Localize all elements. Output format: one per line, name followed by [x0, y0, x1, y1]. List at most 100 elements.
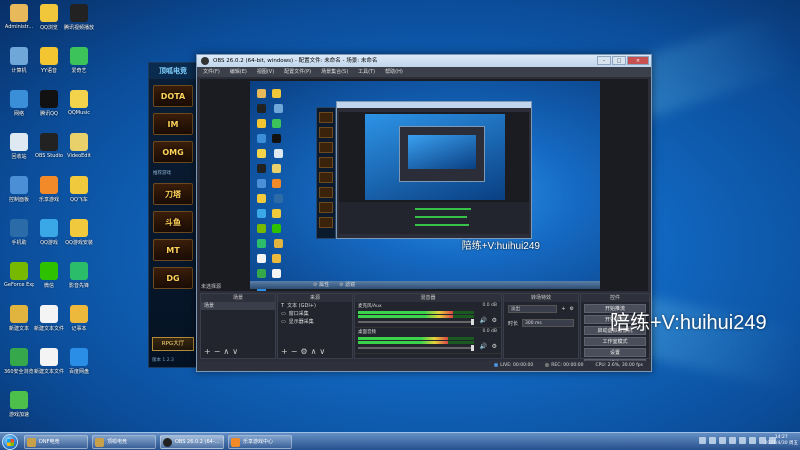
- desktop-icon[interactable]: 回收站: [4, 133, 34, 160]
- scene-item[interactable]: 场景: [201, 302, 275, 310]
- duration-input[interactable]: 300 ms: [522, 319, 574, 327]
- game-tile-mt[interactable]: MT: [153, 239, 193, 261]
- desktop-icon[interactable]: 新建文本文件: [34, 348, 64, 375]
- menu-profile[interactable]: 配置文件(P): [284, 67, 311, 77]
- volume-slider[interactable]: [358, 345, 474, 351]
- game-tile-daota[interactable]: 刀塔: [153, 183, 193, 205]
- speaker-icon[interactable]: 🔊: [480, 343, 487, 350]
- game-tile-douyu[interactable]: 斗鱼: [153, 211, 193, 233]
- desktop-icon[interactable]: 360安全浏览器: [4, 348, 34, 375]
- source-item[interactable]: ▭ 显示器采集: [278, 318, 352, 326]
- desktop-icon[interactable]: 手机助: [4, 219, 34, 246]
- desktop-icon[interactable]: 游戏加速: [4, 391, 34, 418]
- transition-gear-icon[interactable]: ⚙: [570, 306, 574, 312]
- desktop-icon[interactable]: QQ飞车: [64, 176, 94, 203]
- desktop-icon[interactable]: 控制面板: [4, 176, 34, 203]
- desktop-icon[interactable]: QQ游戏安装: [64, 219, 94, 246]
- desktop-icon[interactable]: 网络: [4, 90, 34, 117]
- game-tile-dg[interactable]: DG: [153, 267, 193, 289]
- desktop-icon[interactable]: 百度网盘: [64, 348, 94, 375]
- menu-edit[interactable]: 编辑(E): [230, 67, 247, 77]
- menu-view[interactable]: 视图(V): [257, 67, 274, 77]
- tray-icon[interactable]: [719, 437, 726, 444]
- app-icon: [40, 47, 58, 65]
- game-tile-dota[interactable]: DOTA: [153, 85, 193, 107]
- taskbar-item[interactable]: DNF电竞: [24, 435, 88, 449]
- desktop-icon[interactable]: 影音先锋: [64, 262, 94, 289]
- desktop-icon[interactable]: 乐享游戏: [34, 176, 64, 203]
- taskbar-item[interactable]: 顶呱电竞: [92, 435, 156, 449]
- desktop-icon[interactable]: QQ浏览: [34, 4, 64, 31]
- preview-desktop-icons: [254, 87, 294, 291]
- taskbar-item-label: 顶呱电竞: [107, 439, 128, 445]
- sources-toolbar[interactable]: +−⚙∧∨: [281, 347, 328, 356]
- tray-icon[interactable]: [749, 437, 756, 444]
- studio-mode-button[interactable]: 工作室模式: [584, 337, 646, 346]
- mixer-dock-title: 混音器: [355, 294, 501, 302]
- desktop-icon[interactable]: Administr...: [4, 4, 34, 30]
- taskbar-item-label: DNF电竞: [39, 439, 60, 445]
- tray-icon[interactable]: [699, 437, 706, 444]
- app-icon: [10, 90, 28, 108]
- desktop-icon[interactable]: 新建文本文件: [34, 305, 64, 332]
- desktop-icon-label: 腾讯QQ: [40, 111, 58, 117]
- close-button[interactable]: ×: [627, 56, 649, 65]
- desktop-icon[interactable]: GeForce Experience: [4, 262, 34, 288]
- add-transition-icon[interactable]: +: [561, 306, 565, 312]
- desktop-icon[interactable]: 腾讯QQ: [34, 90, 64, 117]
- app-icon: [27, 438, 36, 447]
- filters-button[interactable]: 滤镜: [339, 281, 355, 288]
- maximize-button[interactable]: □: [612, 56, 626, 65]
- duration-label: 时长: [508, 320, 519, 327]
- tray-icon[interactable]: [739, 437, 746, 444]
- taskbar-item[interactable]: OBS 26.0.2 (64-...: [160, 435, 224, 449]
- desktop-icon[interactable]: QQ游戏: [34, 219, 64, 246]
- live-time: LIVE: 00:00:00: [500, 363, 534, 368]
- obs-titlebar[interactable]: OBS 26.0.2 (64-bit, windows) - 配置文件: 未命名…: [197, 55, 651, 67]
- start-button[interactable]: [2, 434, 18, 450]
- taskbar-clock[interactable]: 14:27 2021/4/30 周五: [764, 435, 798, 447]
- app-icon: [10, 262, 28, 280]
- tray-icon[interactable]: [729, 437, 736, 444]
- desktop-icon[interactable]: OBS Studio: [34, 133, 64, 159]
- properties-button[interactable]: 属性: [313, 281, 329, 288]
- desktop-icon[interactable]: VideoEdit: [64, 133, 94, 159]
- taskbar-item[interactable]: 乐享游戏中心: [228, 435, 292, 449]
- obs-menubar: 文件(F) 编辑(E) 视图(V) 配置文件(P) 场景集合(S) 工具(T) …: [197, 67, 651, 77]
- transition-select[interactable]: 淡出: [508, 305, 558, 313]
- controls-dock-title: 控件: [581, 294, 649, 302]
- desktop-icon[interactable]: 爱奇艺: [64, 47, 94, 74]
- rpg-hall-button[interactable]: RPG大厅: [152, 337, 194, 351]
- minimize-button[interactable]: –: [597, 56, 611, 65]
- gear-icon[interactable]: ⚙: [492, 317, 497, 324]
- source-item[interactable]: ▭ 窗口采集: [278, 310, 352, 318]
- desktop-icon[interactable]: QQMusic: [64, 90, 94, 116]
- app-icon: [10, 176, 28, 194]
- desktop-icon[interactable]: 计算机: [4, 47, 34, 74]
- menu-help[interactable]: 帮助(H): [385, 67, 403, 77]
- desktop-icon[interactable]: 记事本: [64, 305, 94, 332]
- preview-canvas[interactable]: 陪练+V:huihui249: [200, 79, 648, 291]
- gear-icon[interactable]: ⚙: [492, 343, 497, 350]
- desktop-icon[interactable]: 微信: [34, 262, 64, 289]
- desktop-icon-label: 记事本: [71, 326, 87, 332]
- game-tile-omg[interactable]: OMG: [153, 141, 193, 163]
- menu-tools[interactable]: 工具(T): [358, 67, 375, 77]
- speaker-icon[interactable]: 🔊: [480, 317, 487, 324]
- menu-file[interactable]: 文件(F): [203, 67, 220, 77]
- desktop-icon-label: 回收站: [11, 154, 27, 160]
- tray-icon[interactable]: [709, 437, 716, 444]
- source-item[interactable]: T 文本 (GDI+): [278, 302, 352, 310]
- desktop-icon[interactable]: 腾讯视频播放: [64, 4, 94, 31]
- desktop-icon[interactable]: 新建文本: [4, 305, 34, 332]
- volume-slider[interactable]: [358, 319, 474, 325]
- menu-scene-collection[interactable]: 场景集合(S): [321, 67, 348, 77]
- scenes-toolbar[interactable]: +−∧∨: [204, 347, 241, 356]
- app-icon: [10, 4, 28, 22]
- source-label: 窗口采集: [288, 311, 309, 317]
- game-tile-im[interactable]: IM: [153, 113, 193, 135]
- desktop-watermark: 陪练+V:huihui249: [610, 312, 767, 334]
- game-launcher-logo: 顶呱电竞: [149, 63, 197, 79]
- settings-button[interactable]: 设置: [584, 348, 646, 357]
- desktop-icon[interactable]: YY语音: [34, 47, 64, 74]
